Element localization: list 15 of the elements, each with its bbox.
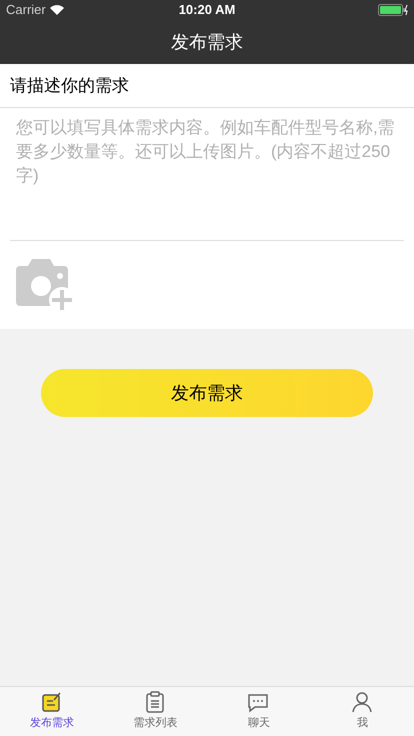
note-pencil-icon	[40, 691, 63, 714]
carrier-name: Carrier	[6, 1, 46, 20]
field-label: 请描述你的需求	[10, 74, 129, 97]
tab-bar-item[interactable]: 聊天	[207, 687, 310, 736]
person-icon	[351, 691, 374, 714]
battery-icon	[378, 4, 408, 16]
wifi-icon	[50, 5, 64, 15]
page-title: 发布需求	[171, 30, 243, 54]
description-field[interactable]: 您可以填写具体需求内容。例如车配件型号名称,需要多少数量等。还可以上传图片。(内容不超过250字)	[0, 108, 414, 240]
submit-button[interactable]: 发布需求	[41, 369, 373, 417]
tab-bar-item[interactable]: 发布需求	[0, 687, 104, 736]
clock-time: 10:20 AM	[178, 1, 236, 20]
tab-bar-item[interactable]: 需求列表	[104, 687, 207, 736]
clipboard-icon	[145, 691, 166, 714]
tab-bar-item[interactable]: 我	[310, 687, 414, 736]
